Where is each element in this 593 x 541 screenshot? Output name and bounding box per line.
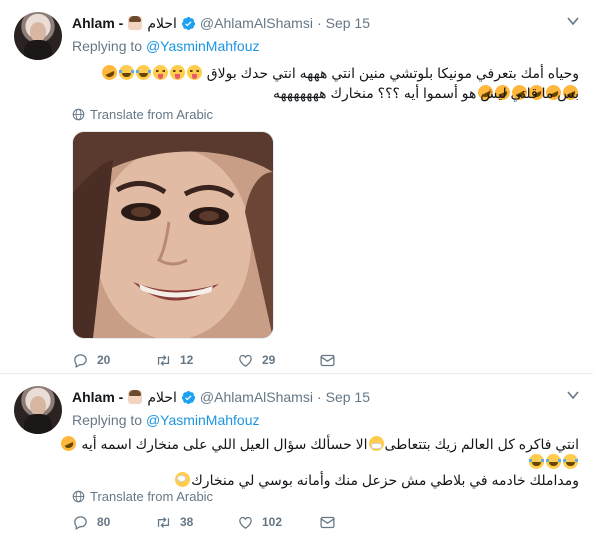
photo-content xyxy=(73,132,273,338)
caret-down-icon[interactable] xyxy=(567,16,579,26)
translate-link[interactable]: Translate from Arabic xyxy=(72,107,213,122)
tweet-date[interactable]: Sep 15 xyxy=(326,389,370,405)
joy-emoji-icon xyxy=(546,454,561,469)
handle[interactable]: @AhlamAlShamsi xyxy=(200,15,313,31)
caret-down-icon[interactable] xyxy=(567,390,579,400)
rofl-emoji-icon xyxy=(58,433,79,454)
rofl-emoji-icon xyxy=(99,62,120,83)
reply-count: 80 xyxy=(97,515,111,529)
tongue-emoji-icon xyxy=(169,65,185,80)
sleepy-emoji-icon xyxy=(175,472,191,487)
handle[interactable]: @AhlamAlShamsi xyxy=(200,389,313,405)
like-count: 102 xyxy=(262,515,283,529)
direct-message-icon xyxy=(320,354,335,366)
direct-message-icon xyxy=(320,516,335,528)
like-button[interactable]: 29 xyxy=(237,352,275,369)
retweet-button[interactable]: 38 xyxy=(155,514,193,531)
retweet-count: 12 xyxy=(180,353,194,367)
display-name-arabic[interactable]: احلام xyxy=(147,15,177,32)
joy-emoji-icon xyxy=(563,454,578,469)
display-name[interactable]: Ahlam - xyxy=(72,15,123,31)
reply-mention-link[interactable]: @YasminMahfouz xyxy=(146,412,260,428)
avatar[interactable] xyxy=(14,386,62,434)
joy-emoji-icon xyxy=(118,65,134,80)
tweet-text: بس ما قلتي ليش هو أسموا أيه ؟؟؟ منخارك ه… xyxy=(272,85,579,101)
avatar-face xyxy=(30,396,46,416)
direct-message-button[interactable] xyxy=(319,352,344,369)
avatar-face xyxy=(30,22,46,42)
reply-button[interactable]: 80 xyxy=(72,514,110,531)
display-name-arabic[interactable]: احلام xyxy=(147,389,177,406)
replying-to: Replying to @YasminMahfouz xyxy=(72,412,260,428)
separator-dot: · xyxy=(316,389,322,405)
reply-button[interactable]: 20 xyxy=(72,352,110,369)
avatar-body xyxy=(24,414,52,434)
tweet-text: وحياه أمك بتعرفي مونيكا بلوتشي منين انتي… xyxy=(206,65,579,81)
avatar-body xyxy=(24,40,52,60)
timeline: Ahlam - احلام @AhlamAlShamsi · Sep 15 Re… xyxy=(0,0,593,541)
tweet-text: ومداملك خادمه في بلاطي مش حزعل منك وأمان… xyxy=(191,472,579,488)
joy-emoji-icon xyxy=(529,454,544,469)
tweet-text-line: بس ما قلتي ليش هو أسموا أيه ؟؟؟ منخارك ه… xyxy=(273,84,579,103)
verified-icon xyxy=(181,390,195,404)
avatar[interactable] xyxy=(14,12,62,60)
tweet-photo[interactable] xyxy=(72,131,274,339)
tweet-text: انتي فاكره كل العالم زيك بتتعاطى xyxy=(384,436,579,452)
tweet-text-line: ومداملك خادمه في بلاطي مش حزعل منك وأمان… xyxy=(174,471,579,490)
girl-emoji-icon xyxy=(128,16,143,30)
retweet-icon xyxy=(157,354,170,366)
display-name[interactable]: Ahlam - xyxy=(72,389,123,405)
translate-label[interactable]: Translate from Arabic xyxy=(90,489,213,504)
replying-to: Replying to @YasminMahfouz xyxy=(72,38,260,54)
like-icon xyxy=(239,354,252,367)
retweet-button[interactable]: 12 xyxy=(155,352,193,369)
reply-count: 20 xyxy=(97,353,111,367)
tongue-emoji-icon xyxy=(186,65,202,80)
reply-icon xyxy=(74,515,87,530)
girl-emoji-icon xyxy=(128,390,143,404)
replying-prefix: Replying to xyxy=(72,38,143,54)
retweet-icon xyxy=(157,516,170,528)
tweet-text: الا حسألك سؤال العيل اللي على منخارك اسم… xyxy=(81,436,368,452)
tweet-text-line: انتي فاكره كل العالم زيك بتتعاطى الا حسأل… xyxy=(58,433,579,454)
tweet-header: Ahlam - احلام @AhlamAlShamsi · Sep 15 xyxy=(72,14,370,32)
mask-emoji-icon xyxy=(368,436,384,451)
verified-icon xyxy=(181,16,195,30)
tweet-date[interactable]: Sep 15 xyxy=(326,15,370,31)
tongue-emoji-icon xyxy=(152,65,168,80)
tweet[interactable]: Ahlam - احلام @AhlamAlShamsi · Sep 15 Re… xyxy=(0,374,593,541)
translate-label[interactable]: Translate from Arabic xyxy=(90,107,213,122)
retweet-count: 38 xyxy=(180,515,194,529)
like-button[interactable]: 102 xyxy=(237,514,282,531)
tweet-text-line: وحياه أمك بتعرفي مونيكا بلوتشي منين انتي… xyxy=(99,62,579,83)
translate-link[interactable]: Translate from Arabic xyxy=(72,489,213,504)
like-icon xyxy=(239,516,252,529)
tweet-header: Ahlam - احلام @AhlamAlShamsi · Sep 15 xyxy=(72,388,370,406)
replying-prefix: Replying to xyxy=(72,412,143,428)
globe-icon xyxy=(72,108,85,121)
joy-emoji-icon xyxy=(135,65,151,80)
direct-message-button[interactable] xyxy=(319,514,344,531)
reply-mention-link[interactable]: @YasminMahfouz xyxy=(146,38,260,54)
separator-dot: · xyxy=(316,15,322,31)
tweet[interactable]: Ahlam - احلام @AhlamAlShamsi · Sep 15 Re… xyxy=(0,0,593,374)
tweet-text-line xyxy=(528,453,579,472)
like-count: 29 xyxy=(262,353,276,367)
globe-icon xyxy=(72,490,85,503)
reply-icon xyxy=(74,353,87,368)
